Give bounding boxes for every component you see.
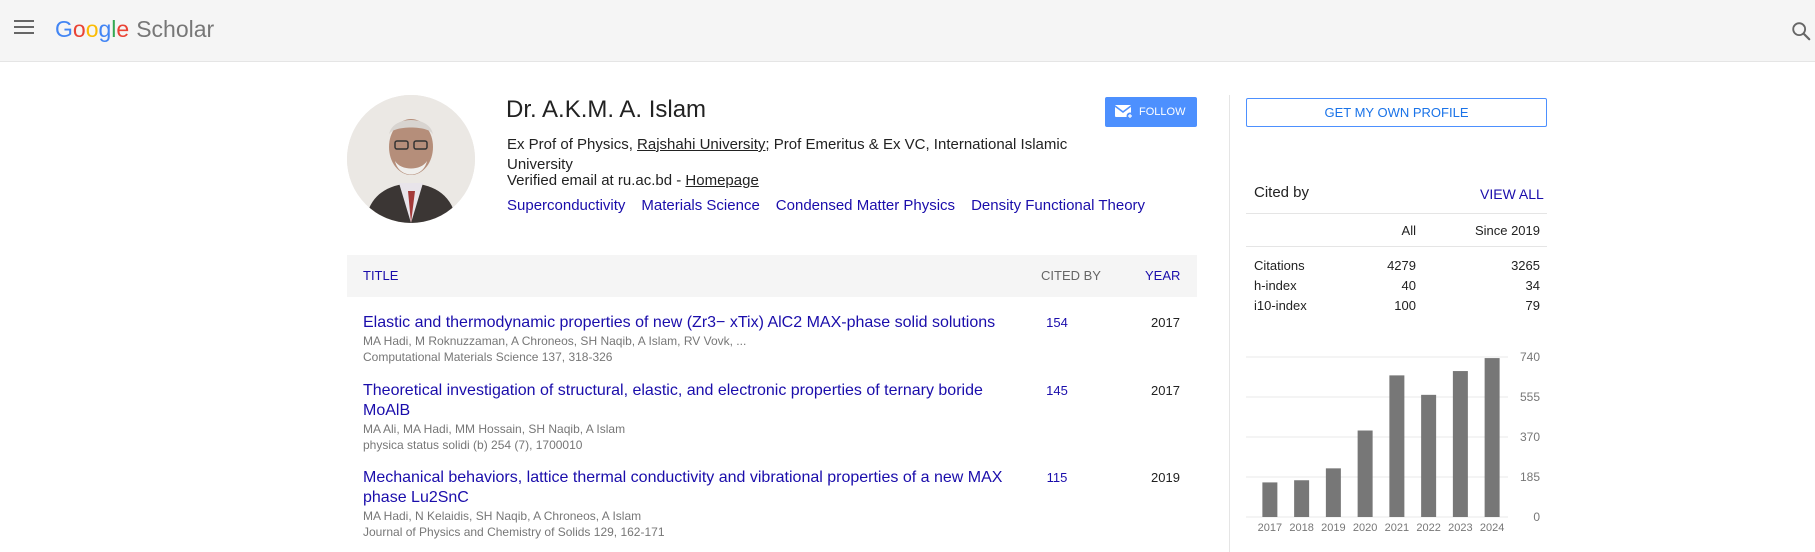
homepage-link[interactable]: Homepage (685, 172, 758, 189)
cited-by-link[interactable]: 145 (1027, 383, 1087, 398)
x-tick-label: 2018 (1289, 522, 1313, 534)
x-tick-label: 2020 (1353, 522, 1377, 534)
stat-label-h-index: h-index (1254, 278, 1297, 293)
follow-button[interactable]: FOLLOW (1105, 97, 1197, 127)
divider (1246, 246, 1547, 247)
x-tick-label: 2017 (1258, 522, 1282, 534)
profile-email: Verified email at ru.ac.bd - Homepage (507, 172, 759, 189)
view-all-link[interactable]: VIEW ALL (1480, 186, 1544, 202)
y-tick-label: 740 (1520, 350, 1540, 364)
bar-2024[interactable] (1484, 358, 1500, 517)
article-venue: Computational Materials Science 137, 318… (363, 350, 613, 364)
article-title-link[interactable]: Theoretical investigation of structural,… (363, 381, 1008, 421)
google-scholar-logo[interactable]: Google Scholar (55, 16, 214, 43)
sort-by-year[interactable]: YEAR (1145, 268, 1180, 283)
stat-h-index-since: 34 (1525, 278, 1540, 293)
article-venue: physica status solidi (b) 254 (7), 17000… (363, 438, 583, 452)
article-authors: MA Hadi, M Roknuzzaman, A Chroneos, SH N… (363, 334, 747, 348)
top-bar: Google Scholar (0, 0, 1815, 62)
interest-link[interactable]: Condensed Matter Physics (776, 197, 955, 214)
x-tick-label: 2023 (1448, 522, 1472, 534)
col-all-header: All (1401, 223, 1416, 238)
bar-2019[interactable] (1325, 468, 1341, 517)
cited-by-link[interactable]: 154 (1027, 315, 1087, 330)
sort-by-title[interactable]: TITLE (363, 268, 398, 283)
x-tick-label: 2022 (1416, 522, 1440, 534)
citations-bar-chart: 740 555 370 185 0 2017 2018 2019 2020 2021 2022 202… (1246, 350, 1540, 534)
interest-link[interactable]: Superconductivity (507, 197, 625, 214)
article-venue: Journal of Physics and Chemistry of Soli… (363, 525, 665, 539)
stat-h-index-all: 40 (1401, 278, 1416, 293)
cited-by-heading: Cited by (1254, 184, 1310, 201)
stat-label-i10-index: i10-index (1254, 298, 1307, 313)
article-authors: MA Ali, MA Hadi, MM Hossain, SH Naqib, A… (363, 422, 626, 436)
article-year: 2017 (1151, 383, 1180, 398)
x-tick-label: 2019 (1321, 522, 1345, 534)
stat-i10-index-all: 100 (1394, 298, 1416, 313)
get-my-own-profile-button[interactable]: GET MY OWN PROFILE (1246, 98, 1547, 127)
col-since-header: Since 2019 (1474, 223, 1540, 238)
profile-name: Dr. A.K.M. A. Islam (506, 96, 707, 123)
x-tick-label: 2021 (1385, 522, 1409, 534)
bar-2021[interactable] (1389, 375, 1405, 517)
y-tick-label: 370 (1520, 430, 1540, 444)
cited-by-header: CITED BY (1041, 268, 1101, 283)
interest-link[interactable]: Density Functional Theory (971, 197, 1145, 214)
bar-2017[interactable] (1262, 482, 1278, 517)
stat-label-citations: Citations (1254, 258, 1305, 273)
cited-by-link[interactable]: 115 (1027, 470, 1087, 485)
interest-link[interactable]: Materials Science (641, 197, 759, 214)
bar-2018[interactable] (1294, 480, 1310, 517)
column-divider (1229, 95, 1230, 552)
bar-2023[interactable] (1452, 371, 1468, 517)
article-year: 2019 (1151, 470, 1180, 485)
search-icon[interactable] (1790, 20, 1812, 42)
article-title-link[interactable]: Mechanical behaviors, lattice thermal co… (363, 468, 1008, 508)
email-plus-icon (1115, 105, 1133, 119)
bar-2020[interactable] (1357, 430, 1373, 517)
article-year: 2017 (1151, 315, 1180, 330)
article-authors: MA Hadi, N Kelaidis, SH Naqib, A Chroneo… (363, 509, 642, 523)
profile-photo (347, 95, 475, 223)
divider (1246, 213, 1547, 214)
affiliation-link[interactable]: Rajshahi University; (637, 136, 770, 153)
y-tick-label: 0 (1533, 510, 1540, 524)
x-tick-label: 2024 (1480, 522, 1504, 534)
profile-affiliation: Ex Prof of Physics, Rajshahi University;… (507, 136, 1068, 173)
article-title-link[interactable]: Elastic and thermodynamic properties of … (363, 313, 1008, 333)
table-header: TITLE CITED BY YEAR (347, 255, 1197, 297)
research-interests: Superconductivity Materials Science Cond… (507, 197, 1145, 214)
stat-i10-index-since: 79 (1525, 298, 1540, 313)
y-tick-label: 185 (1520, 470, 1540, 484)
bar-2022[interactable] (1421, 394, 1437, 517)
menu-icon[interactable] (14, 20, 36, 38)
stat-citations-all: 4279 (1387, 258, 1416, 273)
stat-citations-since: 3265 (1511, 258, 1540, 273)
y-tick-label: 555 (1520, 390, 1540, 404)
